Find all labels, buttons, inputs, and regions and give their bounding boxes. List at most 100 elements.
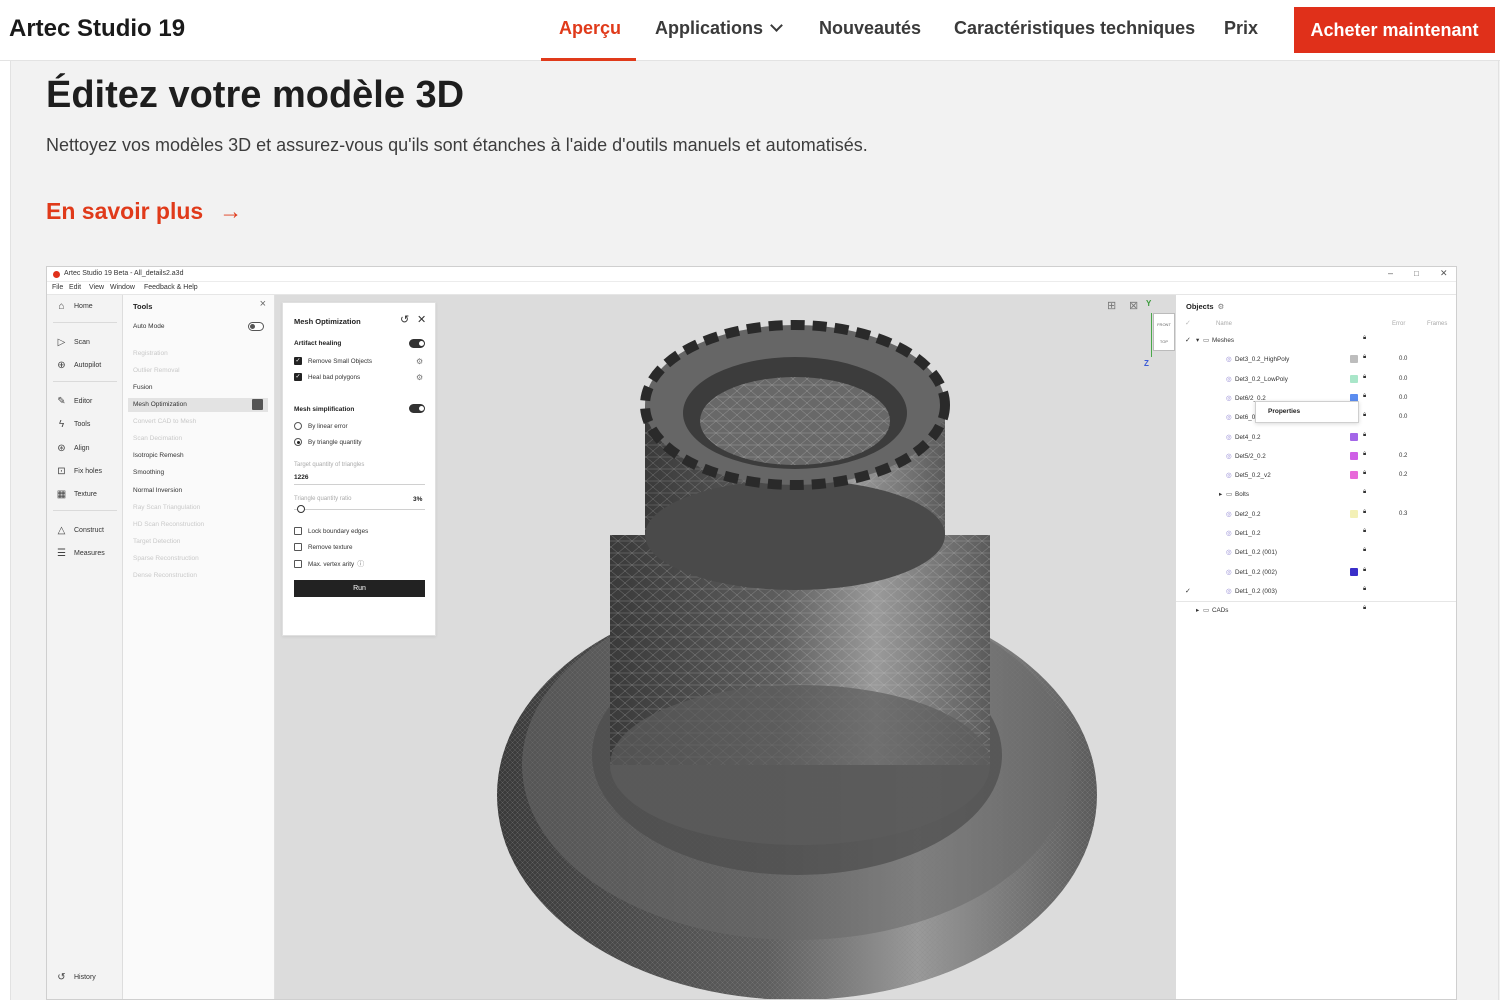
reset-icon[interactable]: ↺ [400,313,409,326]
object-row[interactable]: ◎ Det3_0.2_LowPoly 🔒︎ 0.0 [1176,370,1456,389]
nav-item-prix[interactable]: Prix [1224,18,1258,39]
rail-item-history[interactable]: ↺ History [55,970,95,984]
tool-item[interactable]: Normal Inversion [133,487,182,494]
menu-feedback-help[interactable]: Feedback & Help [144,284,198,291]
close-icon[interactable]: × [260,298,266,310]
lock-icon[interactable]: 🔒︎ [1363,586,1366,593]
tool-item[interactable]: Isotropic Remesh [133,452,184,459]
rail-item-measures[interactable]: ☰ Measures [55,546,105,560]
lock-icon[interactable]: 🔒︎ [1363,374,1366,381]
max-vertex-arity-option[interactable]: Max. vertex arity ⓘ [294,559,364,569]
object-row[interactable]: ◎ Det5/2_0.2 🔒︎ 0.2 [1176,447,1456,466]
lock-icon[interactable]: 🔒︎ [1363,335,1366,342]
gear-icon[interactable]: ⚙ [416,373,423,382]
help-icon[interactable]: ⓘ [357,559,364,569]
rail-item-align[interactable]: ⊛ Align [55,441,89,455]
rail-item-editor[interactable]: ✎ Editor [55,394,92,408]
color-swatch[interactable] [1350,432,1358,441]
by-linear-error-option[interactable]: By linear error [294,422,348,430]
object-row[interactable]: ✓ ▾ ▭ Meshes 🔒︎ [1176,331,1456,350]
lock-boundary-option[interactable]: Lock boundary edges [294,527,368,535]
check-all-icon[interactable]: ✓ [1185,319,1191,327]
expand-closed-icon[interactable]: ▸ [1219,491,1222,498]
auto-mode-toggle[interactable] [248,322,264,331]
artifact-healing-toggle[interactable] [409,339,425,348]
object-row[interactable]: ◎ Det1_0.2 (002) 🔒︎ [1176,563,1456,582]
menu-file[interactable]: File [52,284,63,291]
ratio-slider-track[interactable] [294,509,425,510]
checkbox[interactable] [294,560,302,568]
color-swatch[interactable] [1350,374,1358,383]
expand-open-icon[interactable]: ▾ [1196,337,1199,344]
checkbox[interactable] [294,543,302,551]
lock-icon[interactable]: 🔒︎ [1363,354,1366,361]
radio[interactable] [294,422,302,430]
minimize-icon[interactable]: – [1388,268,1393,278]
brand-title[interactable]: Artec Studio 19 [9,15,185,43]
lock-icon[interactable]: 🔒︎ [1363,528,1366,535]
nav-item-nouveautes[interactable]: Nouveautés [819,18,921,39]
object-row[interactable]: ◎ Det3_0.2_HighPoly 🔒︎ 0.0 [1176,350,1456,369]
menu-window[interactable]: Window [110,284,135,291]
object-row[interactable]: ✓ ◎ Det1_0.2 (003) 🔒︎ [1176,582,1456,601]
tool-item[interactable]: Smoothing [133,469,164,476]
rail-item-tools[interactable]: ϟ Tools [55,417,91,431]
visibility-check-icon[interactable]: ✓ [1185,336,1191,344]
nav-item-applications[interactable]: Applications [655,18,783,39]
lock-icon[interactable]: 🔒︎ [1363,489,1366,496]
run-button[interactable]: Run [294,580,425,597]
checkbox[interactable]: ✓ [294,373,302,381]
rail-item-scan[interactable]: ▷ Scan [55,335,90,349]
nav-item-caracteristiques[interactable]: Caractéristiques techniques [954,18,1195,39]
mesh-simplification-toggle[interactable] [409,404,425,413]
object-row[interactable]: ▸ ▭ CADs 🔒︎ [1176,601,1456,620]
object-row[interactable]: ◎ Det1_0.2 🔒︎ [1176,524,1456,543]
info-icon[interactable]: ⚙ [1218,302,1225,311]
color-swatch[interactable] [1350,355,1358,364]
rail-item-construct[interactable]: △ Construct [55,523,104,537]
color-swatch[interactable] [1350,567,1358,576]
lock-icon[interactable]: 🔒︎ [1363,605,1366,612]
ratio-slider-handle[interactable] [297,505,305,513]
lock-icon[interactable]: 🔒︎ [1363,547,1366,554]
close-icon[interactable]: ✕ [417,313,426,326]
by-triangle-quantity-option[interactable]: By triangle quantity [294,438,362,446]
object-row[interactable]: ◎ Det4_0.2 🔒︎ [1176,428,1456,447]
object-row[interactable]: ◎ Det1_0.2 (001) 🔒︎ [1176,543,1456,562]
rail-item-autopilot[interactable]: ⊕ Autopilot [55,358,101,372]
lock-icon[interactable]: 🔒︎ [1363,509,1366,516]
expand-closed-icon[interactable]: ▸ [1196,607,1199,614]
remove-texture-option[interactable]: Remove texture [294,543,352,551]
lock-icon[interactable]: 🔒︎ [1363,432,1366,439]
object-row[interactable]: ◎ Det2_0.2 🔒︎ 0.3 [1176,505,1456,524]
color-swatch[interactable] [1350,509,1358,518]
color-swatch[interactable] [1350,451,1358,460]
layout-grid-icon[interactable]: ⊠ [1129,299,1138,312]
object-row[interactable]: ◎ Det5_0.2_v2 🔒︎ 0.2 [1176,466,1456,485]
rail-item-fix-holes[interactable]: ⊡ Fix holes [55,464,102,478]
lock-icon[interactable]: 🔒︎ [1363,451,1366,458]
lock-icon[interactable]: 🔒︎ [1363,412,1366,419]
color-swatch[interactable] [1350,471,1358,480]
lock-icon[interactable]: 🔒︎ [1363,393,1366,400]
nav-item-apercu[interactable]: Aperçu [559,18,621,39]
context-menu-properties[interactable]: Properties [1255,401,1359,423]
remove-small-objects-option[interactable]: ✓ Remove Small Objects [294,357,372,365]
close-icon[interactable]: ✕ [1440,268,1448,279]
gear-icon[interactable]: ⚙ [416,357,423,366]
lock-icon[interactable]: 🔒︎ [1363,567,1366,574]
radio[interactable] [294,438,302,446]
lock-icon[interactable]: 🔒︎ [1363,470,1366,477]
target-quantity-input[interactable]: 1226 [294,474,308,481]
tool-item[interactable]: Fusion [133,384,153,391]
object-row[interactable]: ▸ ▭ Bolts 🔒︎ [1176,485,1456,504]
maximize-icon[interactable]: □ [1414,269,1419,278]
rail-item-texture[interactable]: ▦ Texture [55,487,97,501]
learn-more-link[interactable]: En savoir plus → [46,198,242,225]
rail-item-home[interactable]: ⌂ Home [55,299,92,313]
tool-item-selected[interactable]: Mesh Optimization [133,401,187,408]
buy-now-button[interactable]: Acheter maintenant [1294,7,1495,53]
view-cube[interactable]: FRONT TOP [1153,313,1175,351]
checkbox[interactable] [294,527,302,535]
checkbox[interactable]: ✓ [294,357,302,365]
